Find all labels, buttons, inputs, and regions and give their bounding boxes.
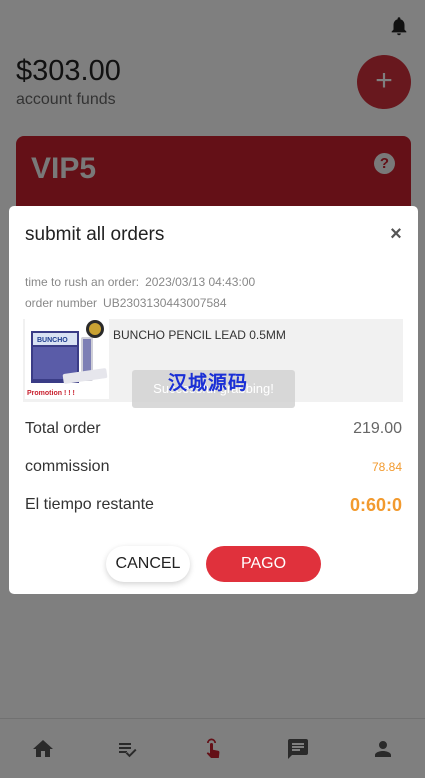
total-order-row: Total order 219.00: [25, 417, 402, 441]
remaining-time-row: El tiempo restante 0:60:0: [25, 493, 402, 517]
remaining-time-label: El tiempo restante: [25, 496, 154, 513]
rush-time-value: 2023/03/13 04:43:00: [145, 275, 256, 289]
order-number-label: order number: [25, 296, 98, 310]
total-order-label: Total order: [25, 420, 101, 437]
close-icon[interactable]: ×: [388, 224, 404, 244]
submit-orders-dialog: submit all orders × time to rush an orde…: [9, 206, 418, 594]
product-image: BUNCHO Promotion ! ! !: [25, 319, 109, 399]
commission-label: commission: [25, 458, 110, 475]
dialog-title: submit all orders: [25, 224, 165, 245]
order-number-value: UB2303130443007584: [103, 296, 227, 310]
pay-button[interactable]: PAGO: [206, 546, 321, 582]
cancel-button[interactable]: CANCEL: [106, 546, 190, 582]
rush-time-row: time to rush an order: 2023/03/13 04:43:0…: [25, 275, 255, 289]
commission-row: commission 78.84: [25, 455, 402, 479]
rush-time-label: time to rush an order:: [25, 275, 140, 289]
order-number-row: order number UB2303130443007584: [25, 296, 227, 310]
remaining-time-value: 0:60:0: [349, 494, 402, 515]
product-brand: BUNCHO: [37, 337, 68, 344]
product-name: BUNCHO PENCIL LEAD 0.5MM: [113, 328, 286, 342]
commission-value: 78.84: [371, 460, 402, 474]
total-order-value: 219.00: [353, 420, 402, 437]
product-promo: Promotion ! ! !: [27, 390, 75, 397]
watermark-text: 汉城源码: [168, 373, 249, 394]
